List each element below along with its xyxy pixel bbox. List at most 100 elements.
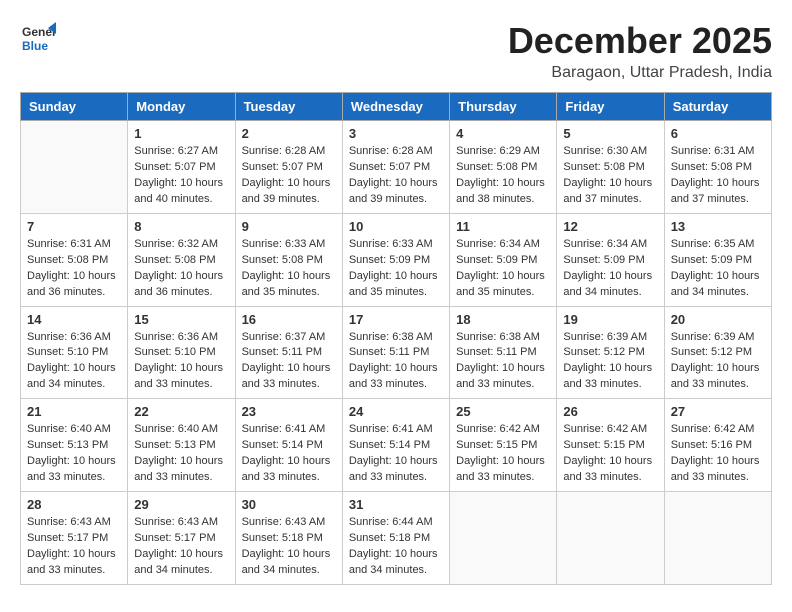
cell-w2-d3: 9 Sunrise: 6:33 AM Sunset: 5:08 PM Daylig… <box>235 213 342 306</box>
cell-w1-d5: 4Sunrise: 6:29 AM Sunset: 5:08 PM Daylig… <box>450 121 557 214</box>
cell-w1-d6: 5 Sunrise: 6:30 AM Sunset: 5:08 PM Daylig… <box>557 121 664 214</box>
day-number: 23 <box>242 404 336 419</box>
day-number: 5 <box>563 126 657 141</box>
cell-w3-d4: 17 Sunrise: 6:38 AM Sunset: 5:11 PM Dayli… <box>342 306 449 399</box>
cell-w4-d1: 21 Sunrise: 6:40 AM Sunset: 5:13 PM Dayli… <box>21 399 128 492</box>
cell-info: Sunrise: 6:37 AM Sunset: 5:11 PM Dayligh… <box>242 330 336 394</box>
location: Baragaon, Uttar Pradesh, India <box>508 64 772 82</box>
cell-info: Sunrise: 6:43 AM Sunset: 5:17 PM Dayligh… <box>134 515 228 579</box>
cell-w2-d7: 13 Sunrise: 6:35 AM Sunset: 5:09 PM Dayli… <box>664 213 771 306</box>
cell-w1-d7: 6Sunrise: 6:31 AM Sunset: 5:08 PM Daylig… <box>664 121 771 214</box>
cell-info: Sunrise: 6:32 AM Sunset: 5:08 PM Dayligh… <box>134 237 228 301</box>
col-friday: Friday <box>557 93 664 121</box>
cell-info: Sunrise: 6:41 AM Sunset: 5:14 PM Dayligh… <box>349 422 443 486</box>
cell-info: Sunrise: 6:42 AM Sunset: 5:15 PM Dayligh… <box>456 422 550 486</box>
cell-w4-d2: 22 Sunrise: 6:40 AM Sunset: 5:13 PM Dayli… <box>128 399 235 492</box>
cell-info: Sunrise: 6:42 AM Sunset: 5:15 PM Dayligh… <box>563 422 657 486</box>
day-number: 7 <box>27 219 121 234</box>
cell-w1-d4: 3 Sunrise: 6:28 AM Sunset: 5:07 PM Daylig… <box>342 121 449 214</box>
cell-info: Sunrise: 6:43 AM Sunset: 5:18 PM Dayligh… <box>242 515 336 579</box>
cell-w5-d1: 28Sunrise: 6:43 AM Sunset: 5:17 PM Dayli… <box>21 492 128 585</box>
day-number: 20 <box>671 312 765 327</box>
day-number: 27 <box>671 404 765 419</box>
day-number: 9 <box>242 219 336 234</box>
cell-w5-d3: 30 Sunrise: 6:43 AM Sunset: 5:18 PM Dayli… <box>235 492 342 585</box>
day-number: 26 <box>563 404 657 419</box>
cell-info: Sunrise: 6:33 AM Sunset: 5:08 PM Dayligh… <box>242 237 336 301</box>
day-number: 21 <box>27 404 121 419</box>
cell-w5-d2: 29 Sunrise: 6:43 AM Sunset: 5:17 PM Dayli… <box>128 492 235 585</box>
cell-w2-d1: 7 Sunrise: 6:31 AM Sunset: 5:08 PM Daylig… <box>21 213 128 306</box>
cell-w5-d7 <box>664 492 771 585</box>
cell-w2-d4: 10Sunrise: 6:33 AM Sunset: 5:09 PM Dayli… <box>342 213 449 306</box>
day-number: 10 <box>349 219 443 234</box>
svg-text:Blue: Blue <box>22 39 48 53</box>
col-sunday: Sunday <box>21 93 128 121</box>
cell-info: Sunrise: 6:38 AM Sunset: 5:11 PM Dayligh… <box>456 330 550 394</box>
day-number: 14 <box>27 312 121 327</box>
cell-w4-d4: 24 Sunrise: 6:41 AM Sunset: 5:14 PM Dayli… <box>342 399 449 492</box>
cell-info: Sunrise: 6:39 AM Sunset: 5:12 PM Dayligh… <box>671 330 765 394</box>
day-number: 13 <box>671 219 765 234</box>
day-number: 1 <box>134 126 228 141</box>
cell-info: Sunrise: 6:36 AM Sunset: 5:10 PM Dayligh… <box>27 330 121 394</box>
week-row-2: 7 Sunrise: 6:31 AM Sunset: 5:08 PM Daylig… <box>21 213 772 306</box>
day-number: 15 <box>134 312 228 327</box>
cell-info: Sunrise: 6:39 AM Sunset: 5:12 PM Dayligh… <box>563 330 657 394</box>
cell-w3-d7: 20 Sunrise: 6:39 AM Sunset: 5:12 PM Dayli… <box>664 306 771 399</box>
cell-info: Sunrise: 6:34 AM Sunset: 5:09 PM Dayligh… <box>456 237 550 301</box>
day-number: 3 <box>349 126 443 141</box>
cell-w2-d5: 11Sunrise: 6:34 AM Sunset: 5:09 PM Dayli… <box>450 213 557 306</box>
week-row-1: 1 Sunrise: 6:27 AM Sunset: 5:07 PM Daylig… <box>21 121 772 214</box>
col-thursday: Thursday <box>450 93 557 121</box>
cell-w5-d6 <box>557 492 664 585</box>
day-number: 22 <box>134 404 228 419</box>
cell-info: Sunrise: 6:35 AM Sunset: 5:09 PM Dayligh… <box>671 237 765 301</box>
cell-info: Sunrise: 6:36 AM Sunset: 5:10 PM Dayligh… <box>134 330 228 394</box>
col-monday: Monday <box>128 93 235 121</box>
month-year: December 2025 <box>508 20 772 62</box>
cell-info: Sunrise: 6:31 AM Sunset: 5:08 PM Dayligh… <box>27 237 121 301</box>
cell-w3-d1: 14 Sunrise: 6:36 AM Sunset: 5:10 PM Dayli… <box>21 306 128 399</box>
cell-w1-d3: 2Sunrise: 6:28 AM Sunset: 5:07 PM Daylig… <box>235 121 342 214</box>
cell-w2-d6: 12Sunrise: 6:34 AM Sunset: 5:09 PM Dayli… <box>557 213 664 306</box>
day-number: 31 <box>349 497 443 512</box>
cell-w3-d5: 18 Sunrise: 6:38 AM Sunset: 5:11 PM Dayli… <box>450 306 557 399</box>
day-number: 30 <box>242 497 336 512</box>
logo: General Blue <box>20 20 58 56</box>
calendar-table: Sunday Monday Tuesday Wednesday Thursday… <box>20 92 772 585</box>
cell-info: Sunrise: 6:27 AM Sunset: 5:07 PM Dayligh… <box>134 144 228 208</box>
col-saturday: Saturday <box>664 93 771 121</box>
title-block: December 2025 Baragaon, Uttar Pradesh, I… <box>508 20 772 82</box>
calendar-header-row: Sunday Monday Tuesday Wednesday Thursday… <box>21 93 772 121</box>
cell-w4-d7: 27Sunrise: 6:42 AM Sunset: 5:16 PM Dayli… <box>664 399 771 492</box>
day-number: 16 <box>242 312 336 327</box>
day-number: 25 <box>456 404 550 419</box>
cell-info: Sunrise: 6:40 AM Sunset: 5:13 PM Dayligh… <box>27 422 121 486</box>
cell-w3-d2: 15 Sunrise: 6:36 AM Sunset: 5:10 PM Dayli… <box>128 306 235 399</box>
cell-w3-d3: 16 Sunrise: 6:37 AM Sunset: 5:11 PM Dayli… <box>235 306 342 399</box>
col-tuesday: Tuesday <box>235 93 342 121</box>
day-number: 4 <box>456 126 550 141</box>
day-number: 29 <box>134 497 228 512</box>
cell-info: Sunrise: 6:28 AM Sunset: 5:07 PM Dayligh… <box>242 144 336 208</box>
cell-w4-d5: 25 Sunrise: 6:42 AM Sunset: 5:15 PM Dayli… <box>450 399 557 492</box>
cell-info: Sunrise: 6:31 AM Sunset: 5:08 PM Dayligh… <box>671 144 765 208</box>
week-row-3: 14 Sunrise: 6:36 AM Sunset: 5:10 PM Dayli… <box>21 306 772 399</box>
cell-info: Sunrise: 6:40 AM Sunset: 5:13 PM Dayligh… <box>134 422 228 486</box>
cell-w4-d6: 26 Sunrise: 6:42 AM Sunset: 5:15 PM Dayli… <box>557 399 664 492</box>
cell-info: Sunrise: 6:43 AM Sunset: 5:17 PM Dayligh… <box>27 515 121 579</box>
day-number: 17 <box>349 312 443 327</box>
cell-w2-d2: 8Sunrise: 6:32 AM Sunset: 5:08 PM Daylig… <box>128 213 235 306</box>
cell-info: Sunrise: 6:34 AM Sunset: 5:09 PM Dayligh… <box>563 237 657 301</box>
cell-info: Sunrise: 6:41 AM Sunset: 5:14 PM Dayligh… <box>242 422 336 486</box>
week-row-5: 28Sunrise: 6:43 AM Sunset: 5:17 PM Dayli… <box>21 492 772 585</box>
cell-info: Sunrise: 6:30 AM Sunset: 5:08 PM Dayligh… <box>563 144 657 208</box>
cell-info: Sunrise: 6:38 AM Sunset: 5:11 PM Dayligh… <box>349 330 443 394</box>
day-number: 18 <box>456 312 550 327</box>
day-number: 24 <box>349 404 443 419</box>
cell-w1-d1 <box>21 121 128 214</box>
cell-w3-d6: 19Sunrise: 6:39 AM Sunset: 5:12 PM Dayli… <box>557 306 664 399</box>
cell-w4-d3: 23 Sunrise: 6:41 AM Sunset: 5:14 PM Dayli… <box>235 399 342 492</box>
cell-info: Sunrise: 6:28 AM Sunset: 5:07 PM Dayligh… <box>349 144 443 208</box>
